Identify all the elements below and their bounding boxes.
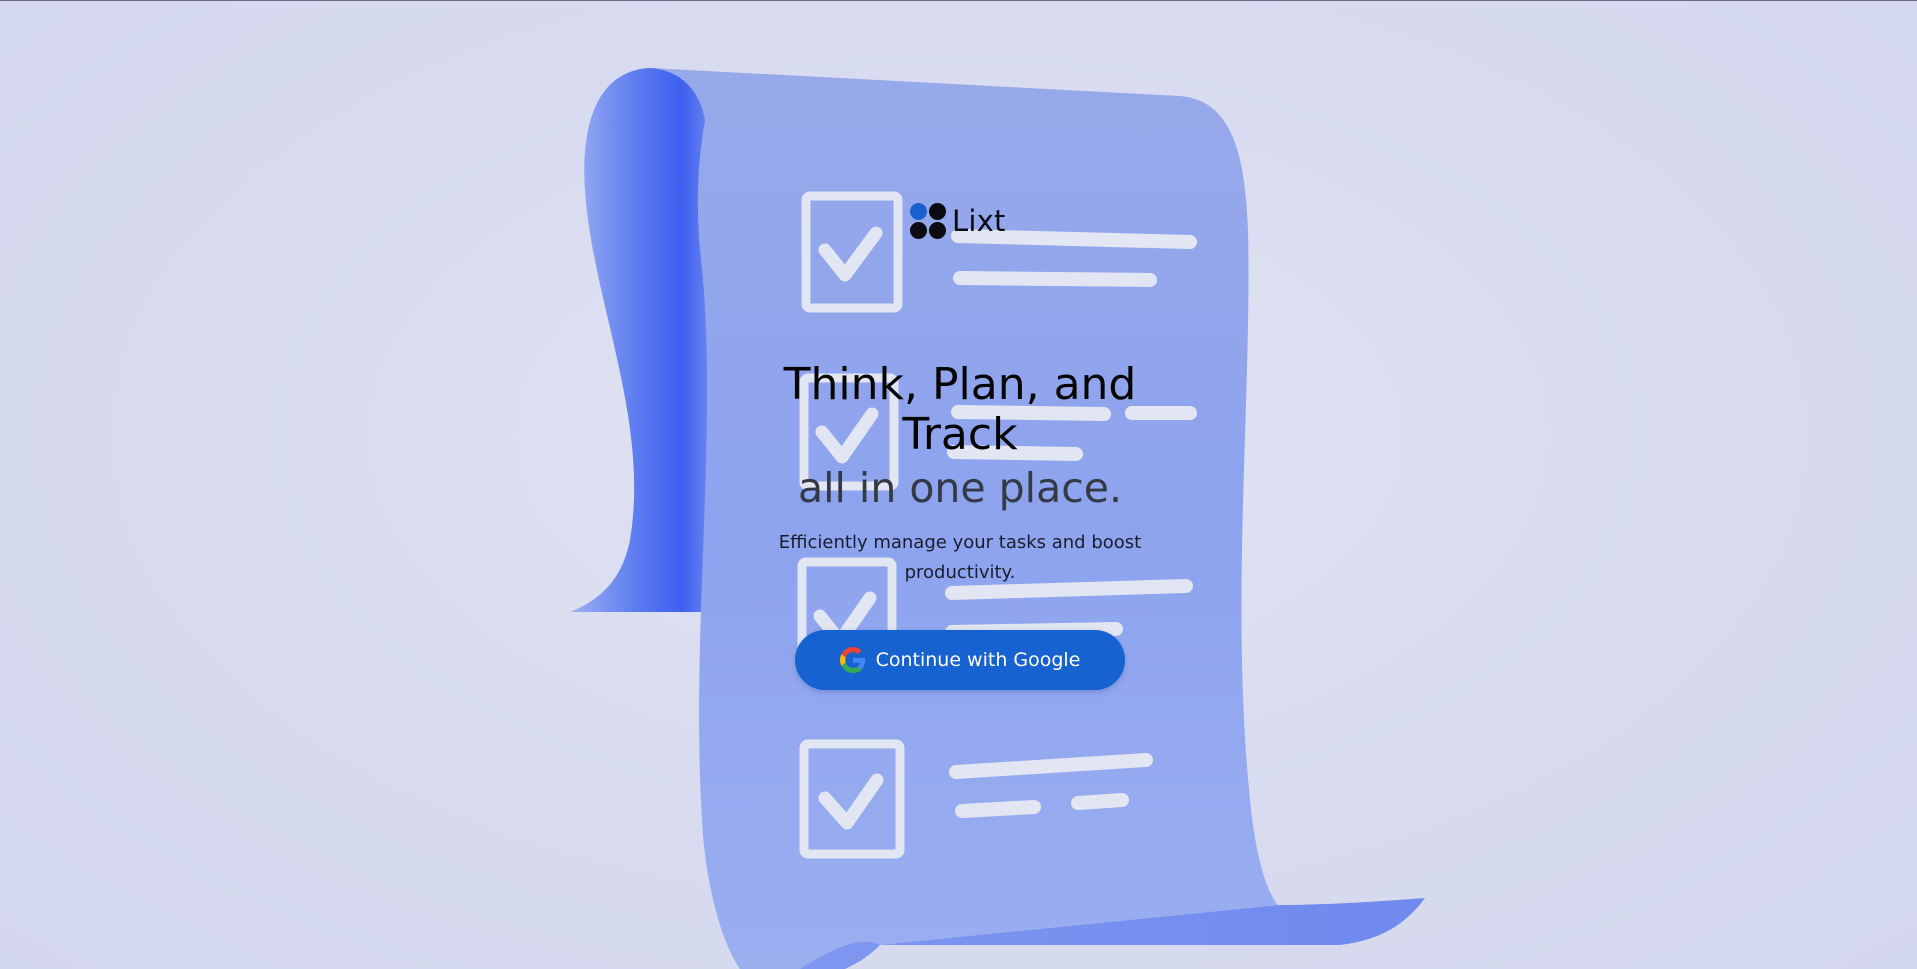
hero-description: Efficiently manage your tasks and boost …: [778, 532, 1142, 583]
landing-content: Lixt Think, Plan, and Track all in one p…: [0, 0, 1917, 969]
google-button-label: Continue with Google: [875, 649, 1081, 671]
continue-with-google-button[interactable]: Continue with Google: [795, 630, 1125, 690]
brand-name: Lixt: [952, 204, 1006, 238]
brand-logo[interactable]: Lixt: [910, 203, 1006, 239]
google-g-icon: [839, 647, 865, 673]
four-dots-logo-icon: [910, 203, 946, 239]
hero-subheadline: all in one place.: [797, 464, 1123, 512]
hero-headline: Think, Plan, and Track: [783, 359, 1137, 460]
